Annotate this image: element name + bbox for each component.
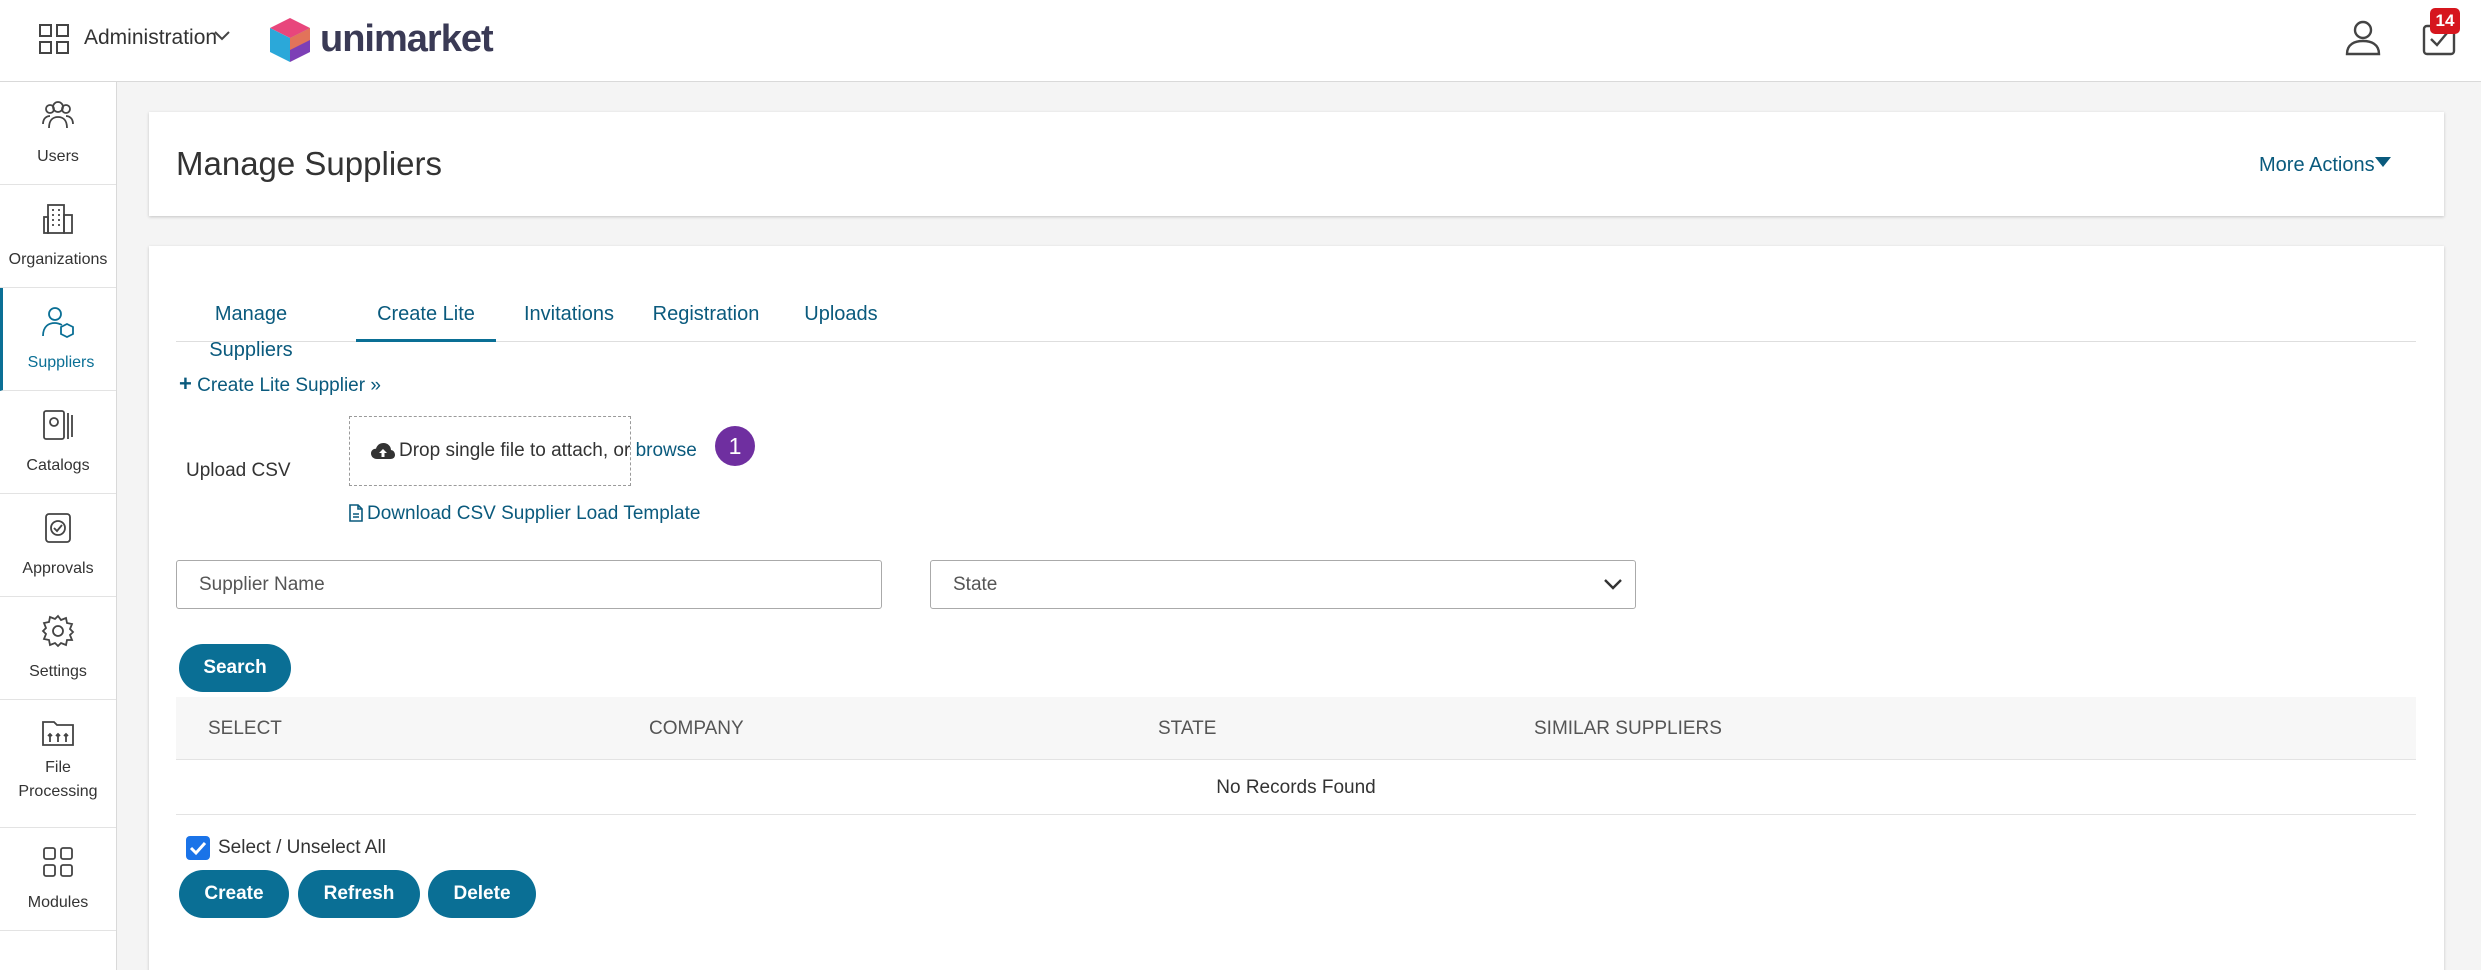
gear-icon: [41, 614, 75, 648]
upload-csv-label: Upload CSV: [186, 460, 291, 481]
tab-invitations[interactable]: Invitations: [504, 296, 634, 342]
more-actions-button[interactable]: More Actions: [2259, 152, 2375, 178]
search-button[interactable]: Search: [179, 644, 291, 692]
sidebar-item-label: Approvals: [22, 560, 94, 577]
label-line-2: Processing: [18, 783, 98, 800]
browse-link[interactable]: browse: [636, 440, 697, 461]
tab-uploads[interactable]: Uploads: [786, 296, 896, 342]
notification-badge[interactable]: 14: [2430, 8, 2460, 34]
column-header-similar-suppliers[interactable]: SIMILAR SUPPLIERS: [1534, 717, 1722, 741]
users-icon: [42, 101, 74, 129]
modules-icon: [43, 847, 73, 877]
tab-registration[interactable]: Registration: [636, 296, 776, 342]
chevron-down-icon: [1604, 579, 1622, 590]
sidebar-item-users[interactable]: Users: [0, 82, 116, 185]
download-template-label: Download CSV Supplier Load Template: [367, 503, 701, 524]
main-panel: Manage Suppliers Create Lite Invitations…: [149, 246, 2444, 970]
delete-button[interactable]: Delete: [428, 870, 536, 918]
plus-icon: +: [179, 371, 192, 396]
select-all-label: Select / Unselect All: [218, 837, 386, 858]
results-table-header: SELECT COMPANY STATE SIMILAR SUPPLIERS: [176, 697, 2416, 760]
state-select[interactable]: State: [930, 560, 1636, 609]
create-lite-supplier-label: Create Lite Supplier »: [197, 375, 381, 396]
state-select-value: State: [953, 574, 998, 595]
create-button[interactable]: Create: [179, 870, 289, 918]
top-bar: Administration unimarket 14: [0, 0, 2481, 82]
tab-manage-suppliers[interactable]: Manage Suppliers: [176, 296, 326, 361]
file-dropzone[interactable]: Drop single file to attach, or browse: [349, 416, 697, 486]
building-icon: [43, 204, 73, 234]
empty-table-message: No Records Found: [176, 760, 2416, 815]
create-lite-supplier-link[interactable]: + Create Lite Supplier »: [179, 372, 381, 398]
tab-bar: Manage Suppliers Create Lite Invitations…: [176, 296, 2416, 361]
sidebar-item-label: Suppliers: [27, 354, 95, 371]
refresh-button[interactable]: Refresh: [298, 870, 420, 918]
supplier-name-input[interactable]: [176, 560, 882, 609]
sidebar-item-approvals[interactable]: Approvals: [0, 494, 116, 597]
page-header: Manage Suppliers More Actions: [149, 112, 2444, 216]
apps-grid-icon[interactable]: [38, 23, 70, 55]
download-template-link[interactable]: Download CSV Supplier Load Template: [349, 502, 700, 526]
checkmark-icon: [189, 841, 207, 856]
dropzone-text: Drop single file to attach, or browse: [399, 439, 697, 463]
step-number-badge: 1: [715, 426, 755, 466]
catalog-icon: [43, 410, 73, 440]
sidebar-item-label: Organizations: [8, 251, 108, 268]
workspace-switcher[interactable]: Administration: [84, 22, 217, 54]
sidebar-item-organizations[interactable]: Organizations: [0, 185, 116, 288]
column-header-state[interactable]: STATE: [1158, 717, 1216, 741]
sidebar-item-label: Users: [37, 148, 79, 165]
page-title: Manage Suppliers: [176, 145, 442, 182]
caret-down-icon[interactable]: [2375, 157, 2391, 167]
sidebar-item-settings[interactable]: Settings: [0, 597, 116, 700]
column-header-select[interactable]: SELECT: [208, 717, 282, 741]
drop-instruction: Drop single file to attach, or: [399, 440, 631, 461]
unimarket-logo-icon[interactable]: [268, 16, 312, 64]
file-icon: [349, 504, 363, 522]
select-all-checkbox[interactable]: [186, 836, 210, 860]
cloud-upload-icon: [371, 443, 395, 459]
sidebar-item-label: Catalogs: [26, 457, 90, 474]
approval-icon: [45, 513, 71, 543]
column-header-company[interactable]: COMPANY: [649, 717, 744, 741]
user-profile-icon[interactable]: [2344, 18, 2382, 56]
chevron-down-icon[interactable]: [213, 30, 231, 42]
sidebar-item-label: Modules: [27, 894, 89, 911]
sidebar-nav: Users Organizations Suppliers Catalogs A…: [0, 82, 117, 970]
sidebar-item-label: Settings: [29, 663, 87, 680]
sidebar-item-suppliers[interactable]: Suppliers: [0, 288, 116, 391]
label-line-1: File: [45, 759, 71, 776]
tab-create-lite[interactable]: Create Lite: [356, 296, 496, 342]
folder-icon: [42, 721, 74, 746]
sidebar-item-catalogs[interactable]: Catalogs: [0, 391, 116, 494]
supplier-icon: [42, 307, 74, 339]
sidebar-item-modules[interactable]: Modules: [0, 828, 116, 931]
sidebar-item-file-processing[interactable]: File Processing: [0, 700, 116, 828]
sidebar-item-label: File Processing: [0, 756, 116, 804]
logo-text[interactable]: unimarket: [320, 14, 494, 64]
